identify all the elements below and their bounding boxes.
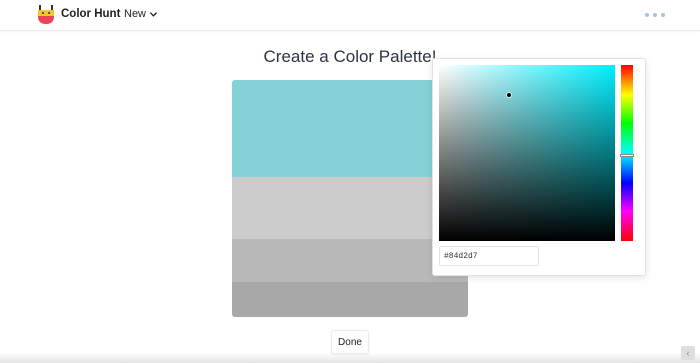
more-dots-icon[interactable]	[645, 10, 665, 20]
hex-color-input[interactable]	[439, 246, 539, 266]
paint-bucket-logo-icon[interactable]	[37, 5, 55, 25]
saturation-brightness-area[interactable]	[439, 65, 615, 241]
top-nav-bar: Color Hunt New	[0, 0, 700, 31]
hue-slider[interactable]	[620, 65, 634, 241]
new-menu-label: New	[124, 8, 147, 20]
color-cursor[interactable]	[507, 92, 512, 97]
page-title-text: Create a Color Palette!	[263, 47, 437, 66]
palette-swatch-4[interactable]	[232, 282, 468, 317]
bottom-fade	[0, 352, 700, 363]
dot	[653, 13, 657, 17]
new-menu-dropdown[interactable]: New	[124, 8, 158, 20]
share-icon[interactable]: ‹	[681, 346, 695, 360]
done-button[interactable]: Done	[331, 330, 369, 354]
color-picker-popover	[432, 58, 646, 276]
brand-name[interactable]: Color Hunt	[61, 8, 120, 20]
chevron-down-icon	[149, 11, 158, 17]
dot	[645, 13, 649, 17]
hue-slider-handle[interactable]	[620, 153, 634, 157]
dot	[661, 13, 665, 17]
